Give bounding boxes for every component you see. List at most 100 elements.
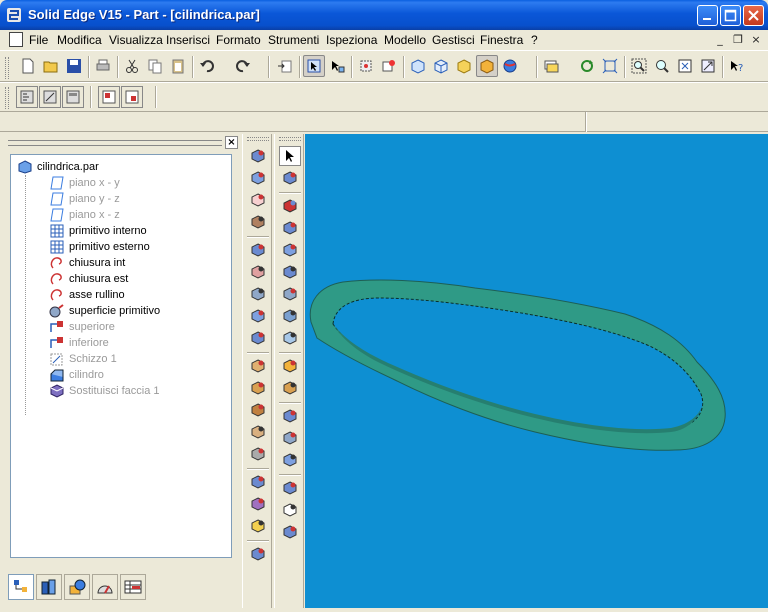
tool-feature-hole-button[interactable] <box>247 212 269 232</box>
menu-formato[interactable]: Formato <box>216 33 261 47</box>
tool-feature-body-button[interactable] <box>247 544 269 564</box>
tab-family[interactable] <box>120 574 146 600</box>
view-front-button[interactable] <box>430 55 452 77</box>
tab-library[interactable] <box>36 574 62 600</box>
tool-feature-revolve-button[interactable] <box>247 168 269 188</box>
tool-feature-round-button[interactable] <box>247 240 269 260</box>
tool-surface-split-button[interactable] <box>279 428 301 448</box>
tool-feature-sweep-button[interactable] <box>247 356 269 376</box>
tool-surface-trim-button[interactable] <box>279 378 301 398</box>
tool-feature-thin-wall-button[interactable] <box>247 284 269 304</box>
tool-feature-normal-button[interactable] <box>247 422 269 442</box>
show-button[interactable] <box>121 86 143 108</box>
tree-item[interactable]: piano y - z <box>49 191 120 207</box>
edgebar-button[interactable] <box>16 86 38 108</box>
rotate-button[interactable] <box>576 55 598 77</box>
pan-button[interactable] <box>697 55 719 77</box>
tab-layers[interactable] <box>64 574 90 600</box>
edgebar-close-button[interactable]: × <box>225 136 238 149</box>
mdi-minimize-button[interactable]: _ <box>712 33 728 47</box>
paste-button[interactable] <box>167 55 189 77</box>
menu-help[interactable]: ? <box>531 33 538 47</box>
graphics-window[interactable] <box>305 134 768 608</box>
tree-item[interactable]: asse rullino <box>49 287 125 303</box>
menu-file[interactable]: File <box>29 33 48 47</box>
tool-surface-loft-button[interactable] <box>279 262 301 282</box>
tool-surface-extend-button[interactable] <box>279 406 301 426</box>
view-iso-button[interactable] <box>407 55 429 77</box>
open-button[interactable] <box>40 55 62 77</box>
document-icon[interactable] <box>9 32 23 47</box>
menu-gestisci[interactable]: Gestisci <box>432 33 475 47</box>
menu-strumenti[interactable]: Strumenti <box>268 33 319 47</box>
zoom-button[interactable] <box>651 55 673 77</box>
tool-feature-cutout-button[interactable] <box>247 190 269 210</box>
menu-inserisci[interactable]: Inserisci <box>166 33 210 47</box>
panel-grip[interactable] <box>8 140 222 146</box>
sketch-button[interactable] <box>378 55 400 77</box>
zoom-area-button[interactable] <box>628 55 650 77</box>
render-button[interactable] <box>499 55 521 77</box>
tree-item[interactable]: Sostituisci faccia 1 <box>49 383 159 399</box>
menu-ispeziona[interactable]: Ispeziona <box>326 33 377 47</box>
zoom-part-button[interactable] <box>355 55 377 77</box>
tree-item[interactable]: cilindrica.par <box>17 159 99 175</box>
fit-all-button[interactable] <box>674 55 696 77</box>
tree-item[interactable]: primitivo esterno <box>49 239 150 255</box>
tool-surface-revolve-button[interactable] <box>279 218 301 238</box>
part-model[interactable] <box>305 134 768 608</box>
shaded-button[interactable] <box>476 55 498 77</box>
tool-surface-stitch-button[interactable] <box>279 356 301 376</box>
solid-edge-app-icon[interactable] <box>6 7 22 23</box>
tab-feature-pathfinder[interactable] <box>8 574 34 600</box>
properties-button[interactable] <box>62 86 84 108</box>
tree-item[interactable]: Schizzo 1 <box>49 351 117 367</box>
tool-curve-split-button[interactable] <box>279 522 301 542</box>
tool-feature-draft-button[interactable] <box>247 306 269 326</box>
tree-item[interactable]: cilindro <box>49 367 104 383</box>
tree-item[interactable]: inferiore <box>49 335 109 351</box>
tab-sensors[interactable] <box>92 574 118 600</box>
cut-button[interactable] <box>121 55 143 77</box>
tool-surface-sweep-button[interactable] <box>279 240 301 260</box>
tree-item[interactable]: superiore <box>49 319 115 335</box>
print-button[interactable] <box>92 55 114 77</box>
tree-item[interactable]: piano x - y <box>49 175 120 191</box>
select-tool-button[interactable] <box>303 55 325 77</box>
copy-button[interactable] <box>144 55 166 77</box>
tool-feature-pattern-button[interactable] <box>247 472 269 492</box>
tool-feature-protrusion-button[interactable] <box>247 146 269 166</box>
mdi-restore-button[interactable]: ❐ <box>730 33 746 47</box>
menu-finestra[interactable]: Finestra <box>480 33 523 47</box>
maximize-button[interactable] <box>720 5 741 26</box>
menu-modello[interactable]: Modello <box>384 33 426 47</box>
ribbon-button[interactable] <box>39 86 61 108</box>
tool-plane-tool-button[interactable] <box>279 168 301 188</box>
tool-feature-mirror-button[interactable] <box>247 444 269 464</box>
hide-button[interactable] <box>98 86 120 108</box>
menu-visualizza[interactable]: Visualizza <box>109 33 163 47</box>
close-button[interactable] <box>743 5 764 26</box>
tool-feature-rib-button[interactable] <box>247 328 269 348</box>
toolbar-grip[interactable] <box>5 57 9 79</box>
tree-item[interactable]: superficie primitivo <box>49 303 160 319</box>
minimize-button[interactable] <box>697 5 718 26</box>
tool-curve-keypoint-button[interactable] <box>279 478 301 498</box>
tool-surface-bounded-button[interactable] <box>279 284 301 304</box>
tool-curve-project-button[interactable] <box>279 500 301 520</box>
toolbar-grip[interactable] <box>5 87 9 109</box>
insert-button[interactable] <box>274 55 296 77</box>
redo-button[interactable] <box>232 55 254 77</box>
undo-button[interactable] <box>196 55 218 77</box>
tree-item[interactable]: chiusura est <box>49 271 128 287</box>
menu-modifica[interactable]: Modifica <box>57 33 102 47</box>
view-color-button[interactable] <box>453 55 475 77</box>
tool-surface-copy-button[interactable] <box>279 328 301 348</box>
new-button[interactable] <box>17 55 39 77</box>
fit-button[interactable] <box>599 55 621 77</box>
layers-button[interactable] <box>540 55 562 77</box>
select-options-button[interactable] <box>326 55 348 77</box>
tool-surface-extrude-button[interactable] <box>279 196 301 216</box>
tool-select-arrow-button[interactable] <box>279 146 301 166</box>
tool-feature-add-button[interactable] <box>247 516 269 536</box>
